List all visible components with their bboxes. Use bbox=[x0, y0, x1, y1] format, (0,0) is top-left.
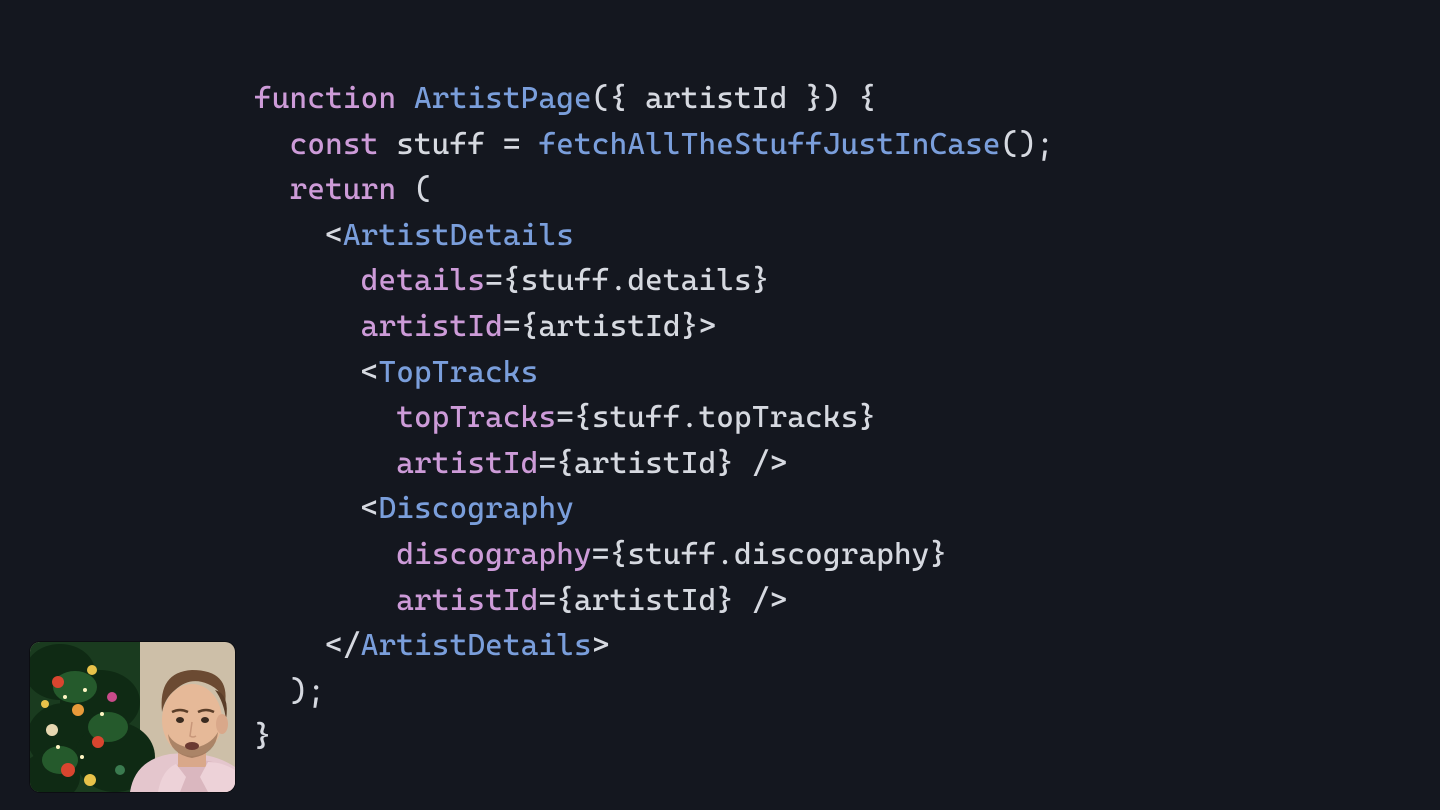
indent bbox=[254, 583, 396, 618]
brace: { bbox=[521, 309, 539, 344]
equals: = bbox=[538, 446, 556, 481]
equals: = bbox=[485, 263, 503, 298]
val-artistid: artistId bbox=[574, 583, 716, 618]
val-artistid: artistId bbox=[574, 446, 716, 481]
function-name: ArtistPage bbox=[414, 81, 592, 116]
brace: { bbox=[574, 400, 592, 435]
close-paren: ); bbox=[290, 674, 326, 709]
brace: { bbox=[503, 263, 521, 298]
prop-details: details bbox=[627, 263, 751, 298]
jsx-selfclose: /> bbox=[734, 583, 787, 618]
indent bbox=[254, 537, 396, 572]
equals: = bbox=[538, 583, 556, 618]
jsx-open: < bbox=[361, 491, 379, 526]
attr-artistid: artistId bbox=[396, 446, 538, 481]
brace: { bbox=[556, 583, 574, 618]
jsx-open: < bbox=[325, 218, 343, 253]
var-stuff: stuff bbox=[521, 263, 610, 298]
component-artistdetails: ArtistDetails bbox=[343, 218, 574, 253]
dot: . bbox=[681, 400, 699, 435]
brace: } bbox=[716, 583, 734, 618]
component-discography: Discography bbox=[378, 491, 574, 526]
dot: . bbox=[716, 537, 734, 572]
paren: ( bbox=[396, 172, 432, 207]
attr-artistid: artistId bbox=[361, 309, 503, 344]
webcam-overlay bbox=[30, 642, 235, 792]
brace: { bbox=[610, 537, 628, 572]
indent bbox=[254, 355, 361, 390]
brace: } bbox=[752, 263, 770, 298]
brace: } bbox=[716, 446, 734, 481]
indent bbox=[254, 674, 290, 709]
var-stuff: stuff bbox=[627, 537, 716, 572]
attr-toptracks: topTracks bbox=[396, 400, 556, 435]
indent bbox=[254, 446, 396, 481]
component-artistdetails-close: ArtistDetails bbox=[361, 628, 592, 663]
attr-details: details bbox=[361, 263, 485, 298]
jsx-close: > bbox=[698, 309, 716, 344]
indent bbox=[254, 172, 290, 207]
param-artistid: artistId bbox=[645, 81, 787, 116]
attr-artistid: artistId bbox=[396, 583, 538, 618]
jsx-open: </ bbox=[325, 628, 361, 663]
dot: . bbox=[610, 263, 628, 298]
keyword-function: function bbox=[254, 81, 396, 116]
indent bbox=[254, 628, 325, 663]
indent bbox=[254, 218, 325, 253]
code-block: function ArtistPage({ artistId }) { cons… bbox=[254, 76, 1054, 760]
brace: } bbox=[859, 400, 877, 435]
brace: } bbox=[681, 309, 699, 344]
brace: { bbox=[556, 446, 574, 481]
attr-discography: discography bbox=[396, 537, 592, 572]
equals: = bbox=[485, 127, 538, 162]
punct: }) { bbox=[787, 81, 876, 116]
indent bbox=[254, 309, 361, 344]
space bbox=[396, 81, 414, 116]
indent bbox=[254, 491, 361, 526]
var-stuff: stuff bbox=[592, 400, 681, 435]
punct: ({ bbox=[592, 81, 645, 116]
jsx-selfclose: /> bbox=[734, 446, 787, 481]
prop-toptracks: topTracks bbox=[698, 400, 858, 435]
keyword-return: return bbox=[290, 172, 397, 207]
jsx-close: > bbox=[592, 628, 610, 663]
prop-discography: discography bbox=[734, 537, 930, 572]
webcam-image bbox=[30, 642, 235, 792]
equals: = bbox=[503, 309, 521, 344]
equals: = bbox=[592, 537, 610, 572]
indent bbox=[254, 263, 361, 298]
jsx-open: < bbox=[361, 355, 379, 390]
indent bbox=[254, 400, 396, 435]
call-fetch: fetchAllTheStuffJustInCase bbox=[538, 127, 1000, 162]
space bbox=[378, 127, 396, 162]
brace: } bbox=[930, 537, 948, 572]
val-artistid: artistId bbox=[538, 309, 680, 344]
var-stuff: stuff bbox=[396, 127, 485, 162]
close-brace: } bbox=[254, 719, 272, 754]
punct: (); bbox=[1001, 127, 1054, 162]
equals: = bbox=[556, 400, 574, 435]
indent bbox=[254, 127, 290, 162]
component-toptracks: TopTracks bbox=[378, 355, 538, 390]
keyword-const: const bbox=[290, 127, 379, 162]
